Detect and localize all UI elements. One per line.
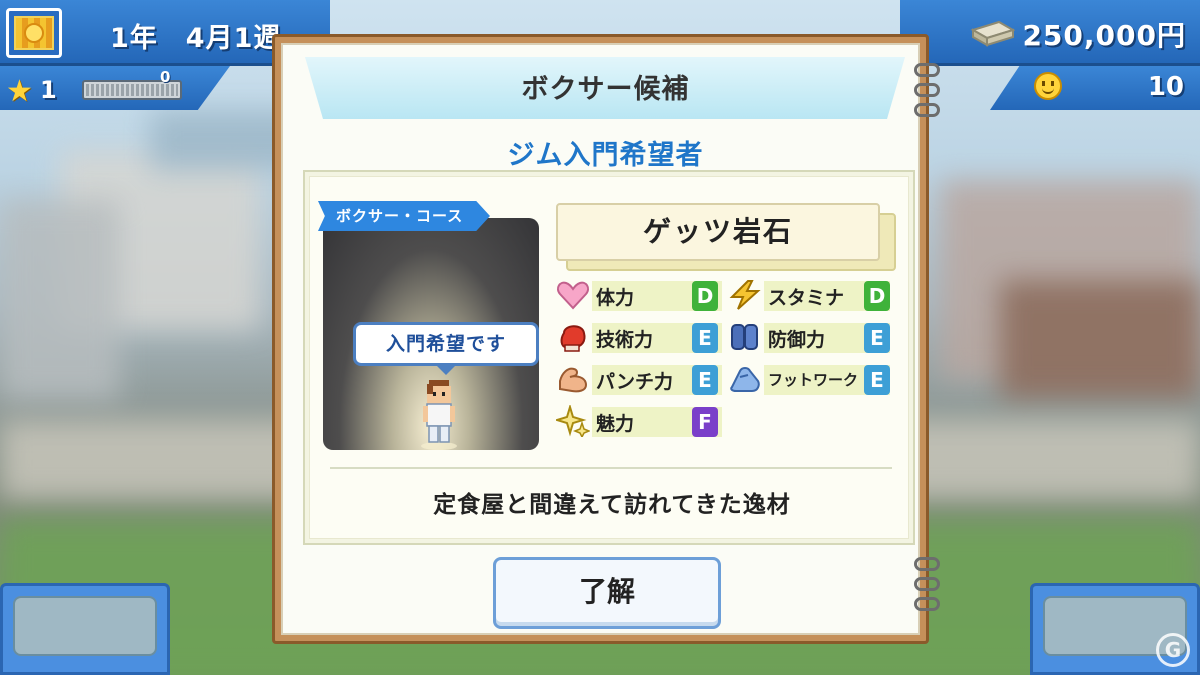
smile-icon: [1034, 72, 1062, 100]
stat-defense: 防御力 E: [728, 319, 904, 355]
ok-button[interactable]: 了解: [493, 557, 721, 629]
sun-icon: [24, 23, 44, 43]
stat-grade: F: [692, 407, 718, 437]
guard-icon: [731, 324, 758, 350]
exp-value: 0: [160, 68, 171, 86]
notebook-ring: [914, 103, 940, 117]
stat-label: 体力: [596, 287, 635, 309]
fans-count: 10: [1147, 72, 1184, 102]
dialog-title: ボクサー候補: [521, 74, 690, 105]
stat-grade: D: [692, 281, 718, 311]
stat-footwork: フットワーク E: [728, 361, 904, 397]
dialog-paper: ボクサー候補 ジム入門希望者 入門希望です ボクサー・コース ゲッツ岩石 体力 …: [281, 43, 920, 635]
bottom-left-button[interactable]: [0, 583, 170, 675]
stat-label: パンチ力: [596, 371, 673, 393]
watermark-logo-icon: [1156, 633, 1190, 667]
stat-stamina-hp: 体力 D: [556, 277, 724, 313]
boxing-glove-icon: [560, 325, 586, 352]
stat-grade: D: [864, 281, 890, 311]
date-display: 1年 4月1週: [110, 23, 282, 54]
notebook-ring: [914, 577, 940, 591]
stat-grade: E: [692, 323, 718, 353]
flexed-arm-icon: [559, 367, 588, 393]
portrait-panel: 入門希望です: [323, 218, 539, 450]
boxer-sprite: [421, 380, 457, 450]
stat-label: 防御力: [768, 329, 826, 351]
stat-grade: E: [692, 365, 718, 395]
stat-label: 技術力: [596, 329, 654, 351]
money-stack-icon: [970, 20, 1015, 47]
stat-charm: 魅力 F: [556, 403, 724, 439]
divider: [330, 467, 892, 469]
stat-grade: E: [864, 323, 890, 353]
dialog-subtitle: ジム入門希望者: [507, 140, 704, 171]
notebook-ring: [914, 63, 940, 77]
money-display: 250,000円: [1022, 19, 1186, 52]
stat-label: フットワーク: [768, 371, 859, 389]
candidate-card: 入門希望です ボクサー・コース ゲッツ岩石 体力 D スタミナ D 技術力 E …: [303, 170, 915, 545]
notebook-ring: [914, 557, 940, 571]
heart-icon: [556, 281, 590, 310]
star-icon: ★: [6, 74, 33, 109]
sparkle-icon: [556, 405, 590, 437]
lightning-icon: [729, 280, 761, 310]
stat-punch: パンチ力 E: [556, 361, 724, 397]
stat-label: スタミナ: [768, 287, 845, 309]
course-tag: ボクサー・コース: [318, 201, 490, 231]
stat-grade: E: [864, 365, 890, 395]
stat-label: 魅力: [596, 413, 635, 435]
stat-technique: 技術力 E: [556, 319, 724, 355]
notebook-ring: [914, 83, 940, 97]
boxer-candidate-dialog: ボクサー候補 ジム入門希望者 入門希望です ボクサー・コース ゲッツ岩石 体力 …: [272, 34, 940, 644]
shoe-icon: [730, 367, 760, 392]
candidate-description: 定食屋と間違えて訪れてきた逸材: [433, 492, 791, 518]
candidate-name: ゲッツ岩石: [556, 203, 880, 261]
rank-count: 1: [40, 76, 57, 104]
notebook-ring: [914, 597, 940, 611]
menu-button[interactable]: [6, 8, 62, 58]
stat-stamina: スタミナ D: [728, 277, 904, 313]
speech-bubble: 入門希望です: [353, 322, 539, 375]
